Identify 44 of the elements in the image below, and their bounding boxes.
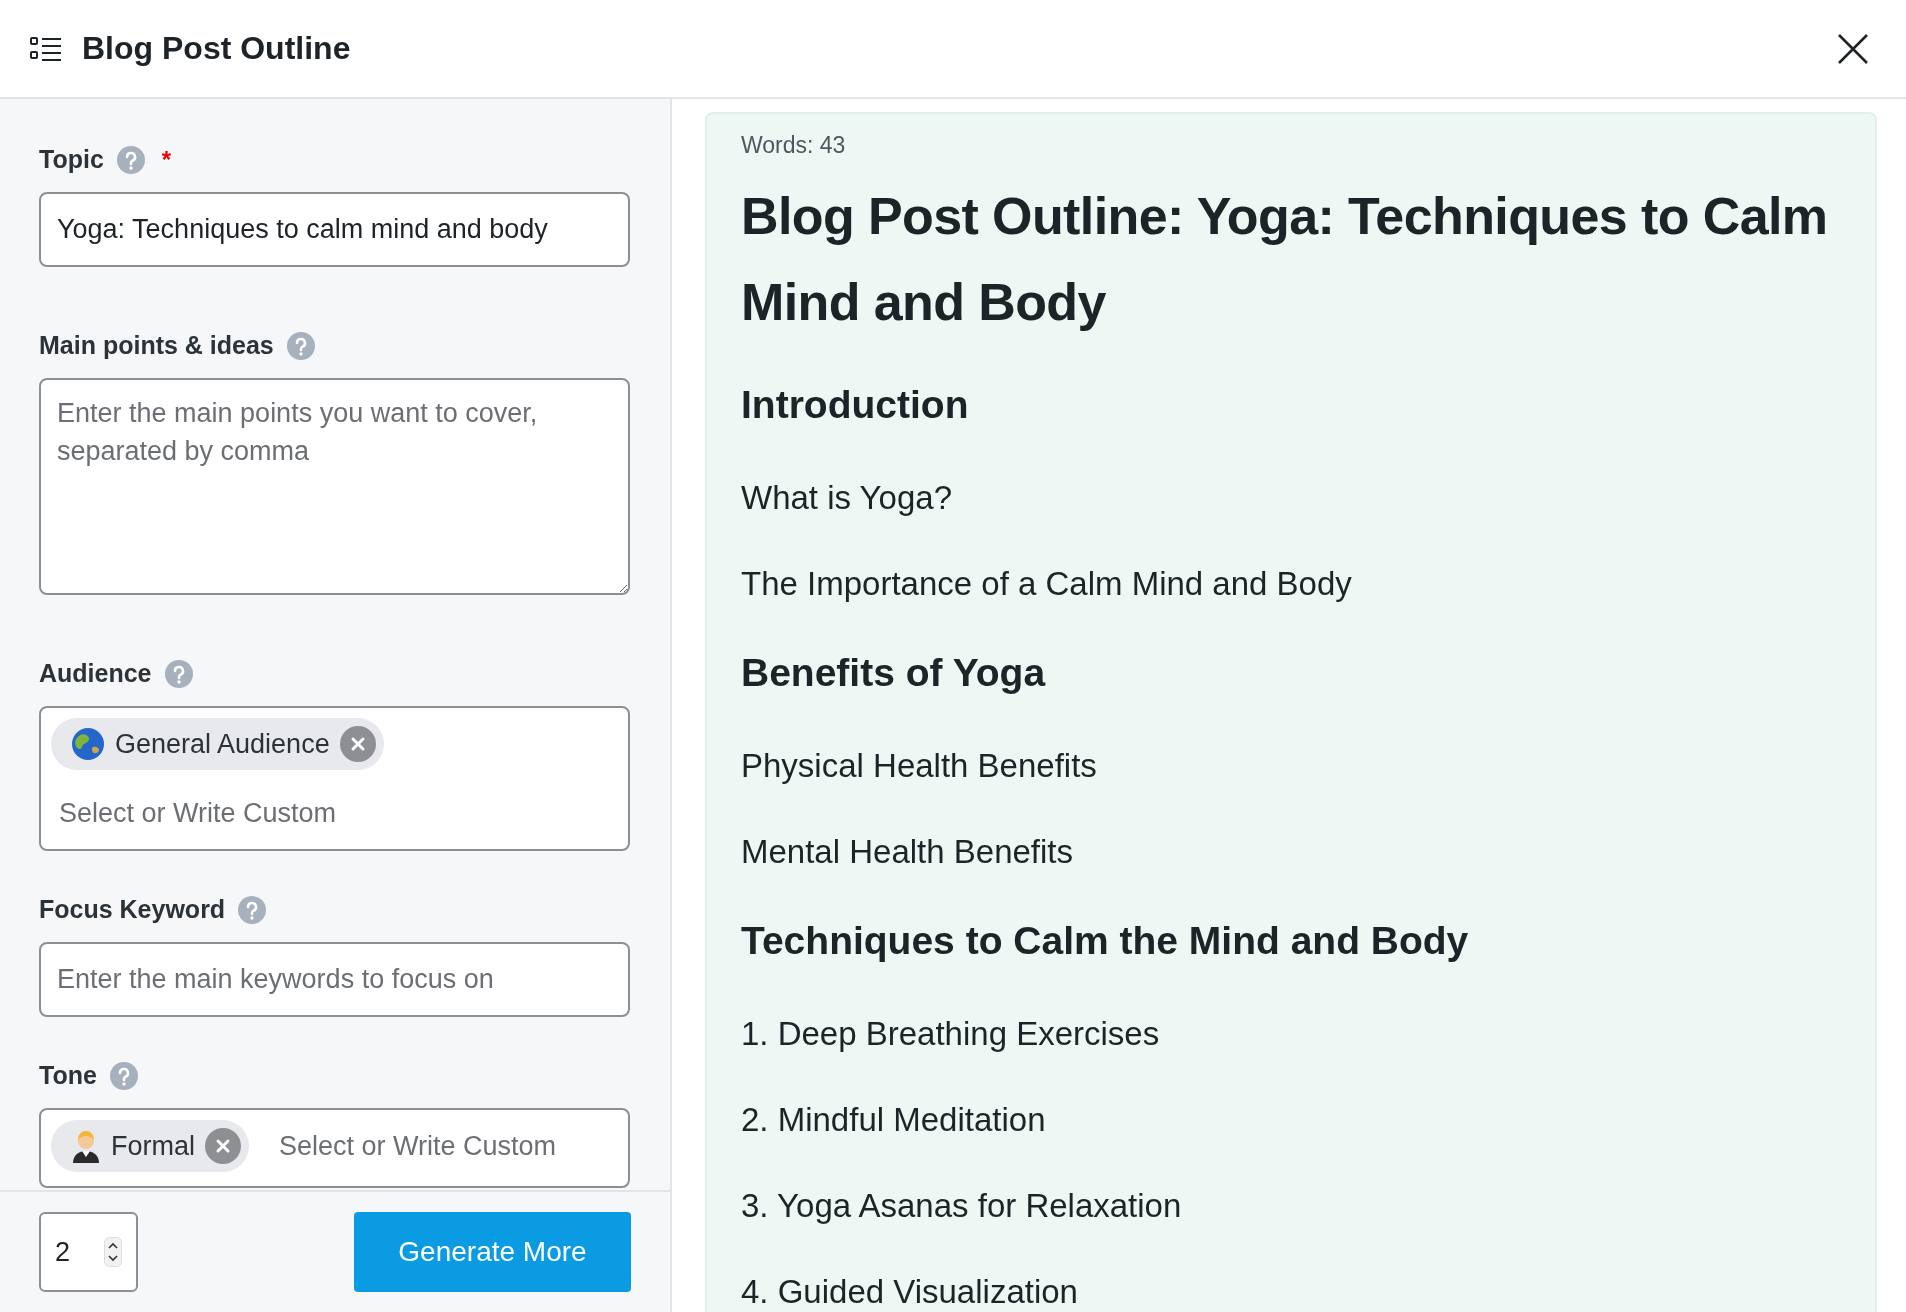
tag-input[interactable]: Select or Write Custom [271,1124,617,1168]
section-heading: Benefits of Yoga [741,650,1047,696]
close-button[interactable] [1836,31,1870,66]
tag-label: General Audience [115,728,330,760]
help-icon[interactable] [238,895,267,924]
outline-item: Mental Health Benefits [741,832,1074,872]
remove-icon [215,1138,231,1154]
text-area[interactable]: Enter the main points you want to cover, separated by comma [39,378,630,595]
outline-item: 1. Deep Breathing Exercises [741,1014,1161,1054]
field-label: Tone [39,1061,97,1090]
required-mark: * [161,145,172,174]
globe-icon [71,727,105,761]
outline-item: 2. Mindful Meditation [741,1100,1047,1140]
text-field[interactable]: Yoga: Techniques to calm mind and body [39,192,630,267]
tag-input[interactable]: Select or Write Custom [51,792,397,835]
outline-item: What is Yoga? [741,478,953,518]
field-label: Audience [39,659,152,688]
outline-item: 3. Yoga Asanas for Relaxation [741,1186,1183,1226]
remove-tag-button[interactable] [205,1128,241,1164]
remove-icon [349,736,366,752]
help-icon[interactable] [109,1061,138,1090]
list-icon [30,35,62,62]
outline-item: Physical Health Benefits [741,746,1098,786]
outline-item: The Importance of a Calm Mind and Body [741,564,1353,604]
tag-label: Formal [111,1130,195,1162]
help-icon[interactable] [286,331,315,360]
person-icon [71,1129,101,1163]
spinner-icon[interactable] [104,1237,122,1267]
help-icon[interactable] [116,145,145,174]
field-label: Topic [39,145,104,174]
tag-field[interactable]: Formal Select or Write Custom [39,1108,630,1188]
field-label: Main points & ideas [39,331,274,360]
field-label: Focus Keyword [39,895,226,924]
window-title: Blog Post Outline [82,30,352,67]
outline-item: 4. Guided Visualization [741,1272,1079,1312]
number-field[interactable]: 2 [39,1212,138,1292]
word-count: Words: 43 [741,132,847,159]
section-heading: Techniques to Calm the Mind and Body [741,918,1470,964]
help-icon[interactable] [164,659,193,688]
outline-title: Blog Post Outline: Yoga: Techniques to Calm Mind and Body [741,186,1829,333]
section-heading: Introduction [741,382,970,428]
remove-tag-button[interactable] [339,726,376,762]
text-field[interactable]: Enter the main keywords to focus on [39,942,630,1017]
tag-field[interactable]: General Audience Select or Write Custom [39,706,630,851]
